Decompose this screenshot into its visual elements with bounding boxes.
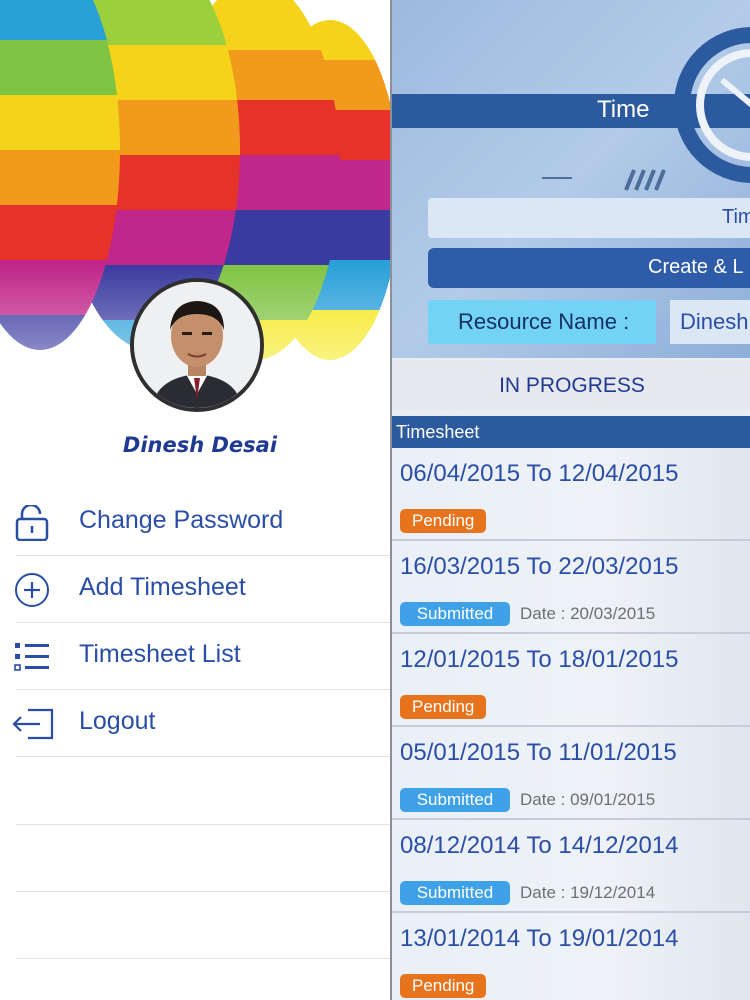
- list-icon: [12, 639, 52, 675]
- resource-name-label: Resource Name :: [428, 300, 656, 344]
- menu-item-logout[interactable]: Logout: [0, 690, 390, 757]
- status-badge: Submitted: [400, 602, 510, 626]
- timesheet-date-range: 13/01/2014 To 19/01/2014: [400, 925, 679, 952]
- divider: [16, 958, 390, 959]
- timesheet-row[interactable]: 05/01/2015 To 11/01/2015 Submitted Date : …: [392, 727, 750, 820]
- resource-name-field[interactable]: Dinesh: [670, 300, 750, 344]
- timesheet-row[interactable]: 06/04/2015 To 12/04/2015 Pending: [392, 448, 750, 541]
- status-badge: Pending: [400, 974, 486, 998]
- app-title: Time: [597, 96, 650, 123]
- tab-in-progress[interactable]: IN PROGRESS: [392, 360, 750, 410]
- timesheet-date-range: 08/12/2014 To 14/12/2014: [400, 832, 679, 859]
- timesheet-list: 06/04/2015 To 12/04/2015 Pending 16/03/201…: [392, 448, 750, 1000]
- timesheet-button[interactable]: Times: [428, 198, 750, 238]
- timesheet-date-range: 06/04/2015 To 12/04/2015: [400, 460, 679, 487]
- timesheet-main-panel: Time Times Create & L Resource Name : Di…: [390, 0, 750, 1000]
- create-button-label: Create & L: [648, 256, 744, 278]
- create-button[interactable]: Create & L: [428, 248, 750, 288]
- timesheet-row[interactable]: 12/01/2015 To 18/01/2015 Pending: [392, 634, 750, 727]
- logout-icon: [12, 706, 54, 742]
- timesheet-row[interactable]: 13/01/2014 To 19/01/2014 Pending: [392, 913, 750, 1000]
- menu-label: Timesheet List: [79, 640, 241, 668]
- status-badge: Submitted: [400, 788, 510, 812]
- timesheet-date-range: 05/01/2015 To 11/01/2015: [400, 739, 677, 766]
- user-photo: [134, 282, 260, 408]
- resource-name-label-text: Resource Name :: [458, 309, 630, 334]
- menu-label: Logout: [79, 707, 156, 735]
- menu-item-add-timesheet[interactable]: Add Timesheet: [0, 556, 390, 623]
- status-badge: Submitted: [400, 881, 510, 905]
- submitted-date: Date : 20/03/2015: [520, 604, 656, 623]
- submitted-date: Date : 19/12/2014: [520, 883, 656, 902]
- unlock-icon: [12, 503, 52, 542]
- timesheet-button-label: Times: [722, 206, 750, 228]
- status-badge: Pending: [400, 509, 486, 533]
- timesheet-row[interactable]: 08/12/2014 To 14/12/2014 Submitted Date : …: [392, 820, 750, 913]
- menu-label: Change Password: [79, 506, 284, 534]
- divider: [16, 891, 390, 892]
- timesheet-date-range: 16/03/2015 To 22/03/2015: [400, 553, 679, 580]
- menu-item-change-password[interactable]: Change Password: [0, 489, 390, 556]
- avatar[interactable]: [130, 278, 264, 412]
- list-header: Timesheet: [392, 416, 750, 448]
- menu-label: Add Timesheet: [79, 573, 246, 601]
- timesheet-row[interactable]: 16/03/2015 To 22/03/2015 Submitted Date : …: [392, 541, 750, 634]
- resource-name-value: Dinesh: [680, 309, 749, 334]
- menu-item-timesheet-list[interactable]: Timesheet List: [0, 623, 390, 690]
- submitted-date: Date : 09/01/2015: [520, 790, 656, 809]
- plus-circle-icon: [12, 572, 52, 608]
- status-badge: Pending: [400, 695, 486, 719]
- divider: [16, 824, 390, 825]
- timesheet-date-range: 12/01/2015 To 18/01/2015: [400, 646, 679, 673]
- user-name: Dinesh Desai: [122, 433, 278, 457]
- divider: [16, 756, 390, 757]
- side-drawer: Dinesh Desai Change Password Add Timeshe…: [0, 0, 390, 1000]
